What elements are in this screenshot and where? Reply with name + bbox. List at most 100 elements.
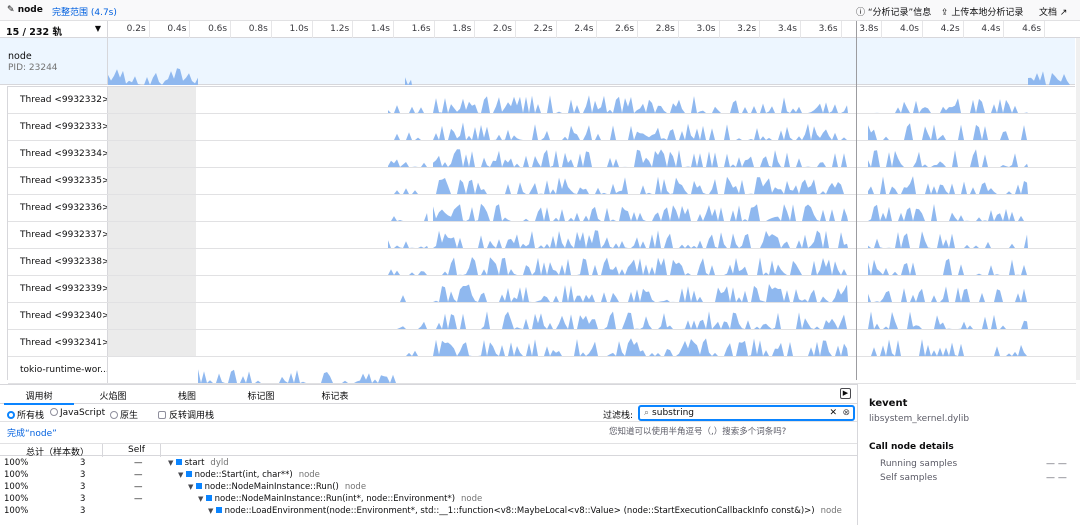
details-tabs: 调用树 火焰图 栈图 标记图 标记表 ▶ — [0, 384, 857, 405]
thread-activity-graph[interactable] — [8, 330, 1076, 356]
thread-track[interactable]: Thread <9932332> — [8, 87, 1076, 114]
tab-marker-table[interactable]: 标记表 — [300, 389, 370, 402]
profile-name-button[interactable]: ✎ node — [7, 5, 43, 15]
thread-track[interactable]: Thread <9932334> — [8, 141, 1076, 168]
expand-toggle-icon[interactable]: ▼ — [188, 483, 196, 491]
thread-activity-graph[interactable] — [8, 114, 1076, 140]
call-tree-row[interactable]: 100% 3 — ▼ node::NodeMainInstance::Run(int*… — [0, 493, 857, 505]
thread-label[interactable]: Thread <9932332> — [8, 87, 108, 113]
expand-toggle-icon[interactable]: ▼ — [208, 507, 216, 515]
thread-label[interactable]: Thread <9932336> — [8, 195, 108, 221]
function-cell[interactable]: ▼ node::Start(int, char**) node — [178, 470, 320, 480]
cpu-activity-graph — [868, 258, 1028, 275]
thread-track[interactable]: Thread <9932339> — [8, 276, 1076, 303]
total-percent: 100% — [4, 506, 29, 516]
tab-flame-graph[interactable]: 火焰图 — [78, 389, 148, 402]
ruler-tick-line — [1044, 21, 1046, 38]
track-count-button[interactable]: 15 / 232 轨 ▼ — [0, 21, 108, 38]
expand-toggle-icon[interactable]: ▼ — [168, 459, 176, 467]
ruler-tick-label: 2.2s — [533, 24, 553, 34]
cpu-activity-graph — [433, 338, 848, 356]
ruler-tick-label: 2.8s — [655, 24, 675, 34]
profile-info-button[interactable]: ⓘ “分析记录”信息 — [856, 5, 931, 18]
thread-activity-graph[interactable] — [8, 195, 1076, 221]
thread-track[interactable]: tokio-runtime-wor... — [8, 357, 1076, 384]
thread-activity-graph[interactable] — [8, 276, 1076, 302]
thread-label[interactable]: Thread <9932340> — [8, 303, 108, 329]
function-name: node::NodeMainInstance::Run() — [204, 482, 339, 492]
call-tree-row[interactable]: 100% 3 — ▼ node::NodeMainInstance::Run() nod… — [0, 481, 857, 493]
cpu-activity-graph — [868, 286, 1028, 302]
thread-label[interactable]: Thread <9932338> — [8, 249, 108, 275]
radio-javascript[interactable]: JavaScript — [50, 408, 105, 418]
details-sidebar: kevent libsystem_kernel.dylib Call node … — [857, 384, 1080, 525]
invert-call-stack-checkbox[interactable]: 反转调用栈 — [158, 408, 214, 421]
thread-label[interactable]: Thread <9932335> — [8, 168, 108, 194]
sample-count: 3 — [80, 482, 86, 492]
all-stacks-label: 所有栈 — [17, 411, 45, 421]
thread-track[interactable]: Thread <9932341> — [8, 330, 1076, 357]
full-range-button[interactable]: 完整范围 (4.7s) — [52, 5, 117, 18]
clear-icon[interactable]: ✕ — [829, 408, 837, 418]
ruler-tick-label: 0.6s — [208, 24, 228, 34]
ruler-tick-label: 2.6s — [615, 24, 635, 34]
upload-icon: ⇪ — [941, 8, 949, 18]
tab-marker-chart[interactable]: 标记图 — [226, 389, 296, 402]
thread-label[interactable]: Thread <9932333> — [8, 114, 108, 140]
thread-label[interactable]: Thread <9932339> — [8, 276, 108, 302]
self-count: — — [134, 494, 143, 504]
thread-track[interactable]: Thread <9932335> — [8, 168, 1076, 195]
radio-native[interactable]: 原生 — [110, 408, 138, 421]
thread-activity-graph[interactable] — [8, 303, 1076, 329]
radio-all-stacks[interactable]: 所有栈 — [7, 408, 44, 421]
profile-name: node — [17, 5, 43, 15]
total-percent: 100% — [4, 482, 29, 492]
function-cell[interactable]: ▼ node::NodeMainInstance::Run(int*, node… — [198, 494, 482, 504]
thread-activity-graph[interactable] — [8, 249, 1076, 275]
sidebar-toggle-icon[interactable]: ▶ — [840, 388, 851, 399]
clear-circle-icon[interactable]: ⊗ — [842, 408, 850, 418]
thread-label[interactable]: Thread <9932337> — [8, 222, 108, 248]
call-tree-row[interactable]: 100% 3 — ▼ start dyld — [0, 457, 857, 469]
function-cell[interactable]: ▼ node::NodeMainInstance::Run() node — [188, 482, 366, 492]
thread-label[interactable]: Thread <9932334> — [8, 141, 108, 167]
thread-activity-graph[interactable] — [8, 222, 1076, 248]
process-activity-graph[interactable] — [0, 38, 1075, 85]
tab-stack-chart[interactable]: 栈图 — [152, 389, 222, 402]
thread-label[interactable]: Thread <9932341> — [8, 330, 108, 356]
timeline-ruler[interactable]: 15 / 232 轨 ▼ 0.2s 0.4s 0.6s 0.8s 1.0s 1.2s 1.4… — [0, 21, 1080, 38]
function-cell[interactable]: ▼ node::LoadEnvironment(node::Environmen… — [208, 506, 842, 516]
process-track[interactable]: node PID: 23244 — [0, 38, 1075, 85]
thread-activity-graph[interactable] — [8, 168, 1076, 194]
thread-activity-graph[interactable] — [8, 357, 1076, 383]
thread-track[interactable]: Thread <9932338> — [8, 249, 1076, 276]
docs-link[interactable]: 文档 ↗ — [1039, 5, 1067, 18]
expand-toggle-icon[interactable]: ▼ — [178, 471, 186, 479]
breadcrumb[interactable]: 完成“node” — [7, 426, 57, 439]
thread-activity-graph[interactable] — [8, 87, 1076, 113]
thread-activity-graph[interactable] — [8, 141, 1076, 167]
self-header: Self — [128, 445, 145, 455]
upload-button[interactable]: ⇪ 上传本地分析记录 — [941, 5, 1023, 18]
cpu-activity-graph — [388, 159, 428, 167]
ruler-tick-label: 1.6s — [411, 24, 431, 34]
tab-call-tree[interactable]: 调用树 — [4, 389, 74, 405]
call-tree-row[interactable]: 100% 3 — ▼ node::Start(int, char**) node — [0, 469, 857, 481]
thread-track[interactable]: Thread <9932336> — [8, 195, 1076, 222]
sidebar-self-value: — — — [1046, 473, 1067, 483]
tracks-scrollbar[interactable] — [1076, 38, 1080, 380]
invert-label: 反转调用栈 — [169, 411, 215, 421]
thread-label[interactable]: tokio-runtime-wor... — [8, 357, 108, 383]
filter-search-input[interactable]: ⌕ substring ✕ ⊗ — [638, 405, 855, 421]
expand-toggle-icon[interactable]: ▼ — [198, 495, 206, 503]
call-tree-row[interactable]: 100% 3 ▼ node::LoadEnvironment(node::Envir… — [0, 505, 857, 517]
total-percent: 100% — [4, 494, 29, 504]
radio-off-icon — [110, 411, 118, 419]
radio-off-icon — [50, 408, 58, 416]
library-name: node — [820, 506, 842, 516]
function-cell[interactable]: ▼ start dyld — [168, 458, 229, 468]
thread-track[interactable]: Thread <9932337> — [8, 222, 1076, 249]
thread-track[interactable]: Thread <9932340> — [8, 303, 1076, 330]
thread-track[interactable]: Thread <9932333> — [8, 114, 1076, 141]
cpu-activity-graph — [868, 231, 1028, 248]
